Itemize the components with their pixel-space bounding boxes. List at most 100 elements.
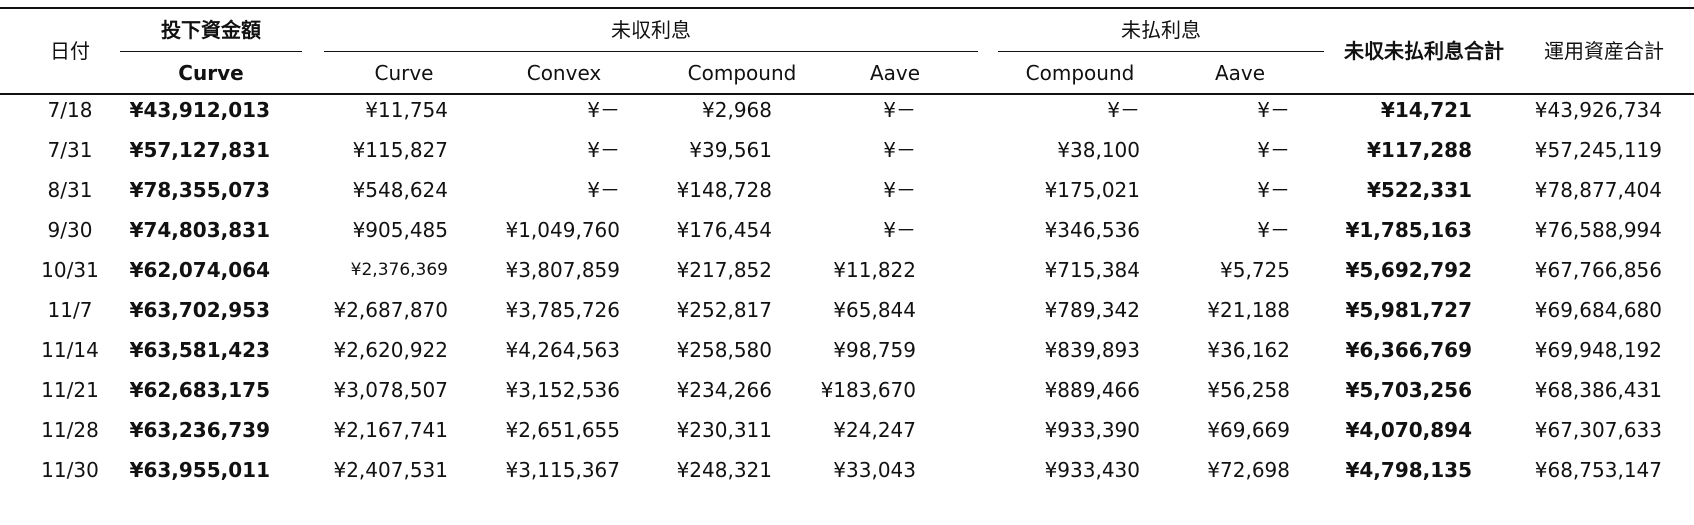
receivable-aave-cell: ¥33,043 — [833, 458, 916, 482]
header-asset-total: 運用資産合計 — [1544, 39, 1664, 63]
receivable-convex-cell: ¥3,785,726 — [505, 298, 620, 322]
date-cell: 11/21 — [41, 378, 99, 402]
payable-compound-cell: ¥38,100 — [1057, 138, 1140, 162]
payable-aave-cell: ¥－ — [1257, 178, 1290, 202]
receivable-convex-cell: ¥2,651,655 — [505, 418, 620, 442]
net-interest-total-cell: ¥522,331 — [1366, 178, 1472, 202]
date-cell: 7/18 — [47, 98, 93, 122]
receivable-convex-cell: ¥－ — [587, 138, 620, 162]
receivable-compound-cell: ¥39,561 — [689, 138, 772, 162]
net-interest-total-cell: ¥5,692,792 — [1345, 258, 1472, 282]
payable-compound-cell: ¥－ — [1107, 98, 1140, 122]
receivable-aave-cell: ¥－ — [883, 138, 916, 162]
investment-curve-cell: ¥63,955,011 — [129, 458, 270, 482]
payable-compound-cell: ¥839,893 — [1044, 338, 1140, 362]
receivable-curve-cell: ¥115,827 — [352, 138, 448, 162]
receivable-convex-cell: ¥－ — [587, 98, 620, 122]
date-cell: 11/30 — [41, 458, 99, 482]
receivable-compound-cell: ¥252,817 — [676, 298, 772, 322]
investment-curve-cell: ¥63,702,953 — [129, 298, 270, 322]
receivable-compound-cell: ¥258,580 — [676, 338, 772, 362]
receivable-compound-cell: ¥148,728 — [676, 178, 772, 202]
date-cell: 9/30 — [47, 218, 93, 242]
net-interest-total-cell: ¥4,070,894 — [1345, 418, 1472, 442]
receivable-compound-cell: ¥2,968 — [702, 98, 772, 122]
net-interest-total-cell: ¥5,981,727 — [1345, 298, 1472, 322]
asset-total-cell: ¥67,307,633 — [1534, 418, 1662, 442]
receivable-convex-cell: ¥3,152,536 — [505, 378, 620, 402]
header-receivable-curve: Curve — [374, 61, 434, 85]
net-interest-total-cell: ¥5,703,256 — [1345, 378, 1472, 402]
payable-compound-cell: ¥175,021 — [1044, 178, 1140, 202]
receivable-curve-cell: ¥3,078,507 — [333, 378, 448, 402]
receivable-compound-cell: ¥248,321 — [676, 458, 772, 482]
receivable-compound-cell: ¥176,454 — [676, 218, 772, 242]
receivable-aave-cell: ¥－ — [883, 218, 916, 242]
receivable-aave-cell: ¥65,844 — [833, 298, 916, 322]
payable-compound-cell: ¥933,390 — [1044, 418, 1140, 442]
receivable-aave-cell: ¥98,759 — [833, 338, 916, 362]
header-receivable-convex: Convex — [526, 61, 602, 85]
investment-curve-cell: ¥63,236,739 — [129, 418, 270, 442]
payable-compound-cell: ¥346,536 — [1044, 218, 1140, 242]
header-payable-aave: Aave — [1214, 61, 1266, 85]
investment-curve-cell: ¥78,355,073 — [129, 178, 270, 202]
asset-total-cell: ¥68,753,147 — [1534, 458, 1662, 482]
net-interest-total-cell: ¥1,785,163 — [1345, 218, 1472, 242]
header-receivable-compound: Compound — [687, 61, 797, 85]
receivable-convex-cell: ¥－ — [587, 178, 620, 202]
payable-aave-cell: ¥－ — [1257, 218, 1290, 242]
receivable-convex-cell: ¥3,807,859 — [505, 258, 620, 282]
receivable-aave-cell: ¥－ — [883, 178, 916, 202]
header-investment: 投下資金額 — [161, 18, 261, 42]
payable-group-rule — [998, 51, 1324, 52]
receivable-convex-cell: ¥3,115,367 — [505, 458, 620, 482]
payable-aave-cell: ¥5,725 — [1220, 258, 1290, 282]
receivable-aave-cell: ¥24,247 — [833, 418, 916, 442]
payable-compound-cell: ¥715,384 — [1044, 258, 1140, 282]
investment-curve-cell: ¥74,803,831 — [129, 218, 270, 242]
receivable-curve-cell: ¥905,485 — [352, 218, 448, 242]
header-payable: 未払利息 — [1121, 18, 1201, 42]
payable-aave-cell: ¥－ — [1257, 138, 1290, 162]
date-cell: 10/31 — [41, 258, 99, 282]
receivable-curve-cell: ¥2,167,741 — [333, 418, 448, 442]
investment-curve-cell: ¥43,912,013 — [129, 98, 270, 122]
asset-total-cell: ¥69,948,192 — [1534, 338, 1662, 362]
asset-total-cell: ¥78,877,404 — [1534, 178, 1662, 202]
receivable-curve-cell: ¥2,376,369 — [350, 260, 448, 280]
payable-aave-cell: ¥69,669 — [1207, 418, 1290, 442]
receivable-convex-cell: ¥4,264,563 — [505, 338, 620, 362]
header-date: 日付 — [50, 39, 90, 63]
asset-total-cell: ¥76,588,994 — [1534, 218, 1662, 242]
payable-aave-cell: ¥36,162 — [1207, 338, 1290, 362]
asset-total-cell: ¥67,766,856 — [1534, 258, 1662, 282]
receivable-aave-cell: ¥11,822 — [833, 258, 916, 282]
receivable-compound-cell: ¥234,266 — [676, 378, 772, 402]
receivable-curve-cell: ¥2,407,531 — [333, 458, 448, 482]
receivable-curve-cell: ¥11,754 — [365, 98, 448, 122]
investment-curve-cell: ¥63,581,423 — [129, 338, 270, 362]
date-cell: 8/31 — [47, 178, 93, 202]
receivable-aave-cell: ¥183,670 — [820, 378, 916, 402]
payable-aave-cell: ¥72,698 — [1207, 458, 1290, 482]
asset-total-cell: ¥57,245,119 — [1534, 138, 1662, 162]
payable-aave-cell: ¥21,188 — [1207, 298, 1290, 322]
receivable-compound-cell: ¥230,311 — [676, 418, 772, 442]
header-net-total: 未収未払利息合計 — [1344, 39, 1504, 63]
net-interest-total-cell: ¥6,366,769 — [1345, 338, 1472, 362]
asset-total-cell: ¥43,926,734 — [1534, 98, 1662, 122]
investment-curve-cell: ¥62,074,064 — [129, 258, 270, 282]
date-cell: 11/7 — [47, 298, 93, 322]
net-interest-total-cell: ¥117,288 — [1366, 138, 1472, 162]
net-interest-total-cell: ¥14,721 — [1380, 98, 1472, 122]
investment-group-rule — [120, 51, 302, 52]
header-receivable: 未収利息 — [611, 18, 691, 42]
payable-compound-cell: ¥889,466 — [1044, 378, 1140, 402]
payable-aave-cell: ¥56,258 — [1207, 378, 1290, 402]
date-cell: 11/28 — [41, 418, 99, 442]
asset-total-cell: ¥69,684,680 — [1534, 298, 1662, 322]
header-investment-curve: Curve — [178, 61, 244, 85]
interest-table: 日付 投下資金額 未収利息 未払利息 未収未払利息合計 運用資産合計 Curve… — [0, 0, 1694, 525]
date-cell: 7/31 — [47, 138, 93, 162]
